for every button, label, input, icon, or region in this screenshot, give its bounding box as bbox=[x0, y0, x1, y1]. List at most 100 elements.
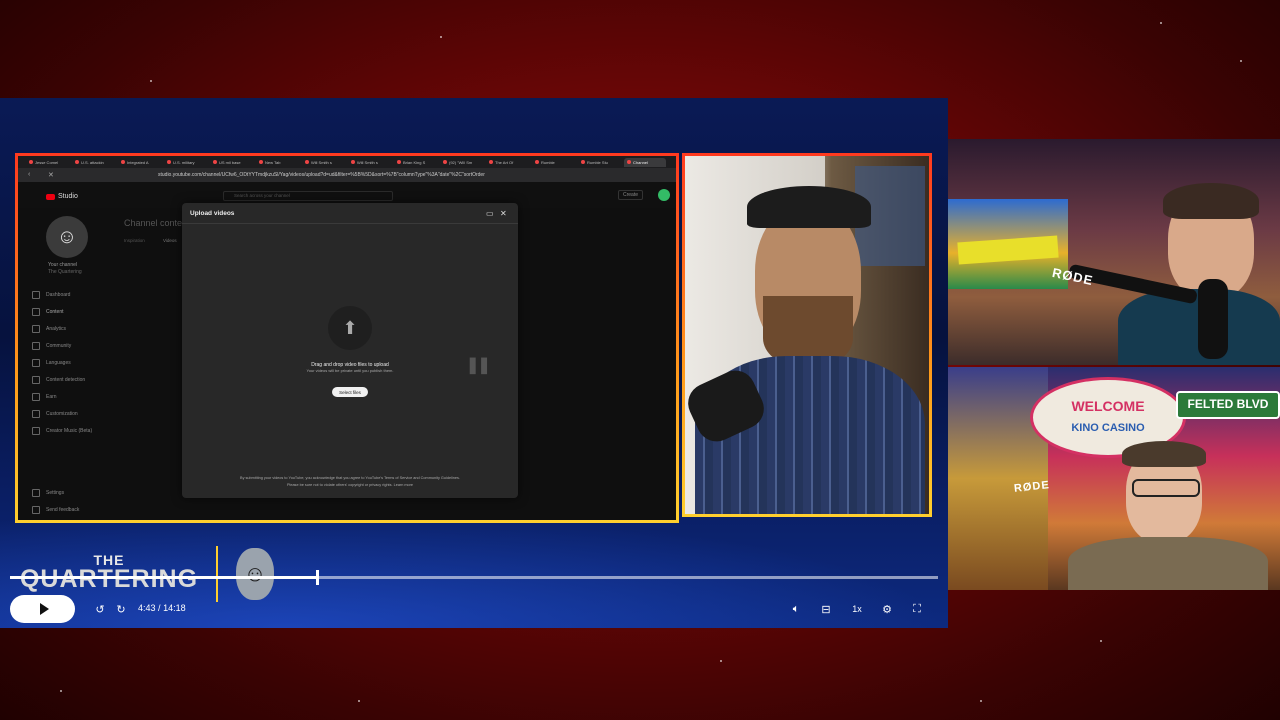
nav-item-icon bbox=[32, 392, 40, 401]
tab-favicon-icon bbox=[397, 160, 401, 164]
tab-favicon-icon bbox=[121, 160, 125, 164]
volume-icon[interactable]: 🔈︎ bbox=[787, 600, 805, 618]
nav-item-icon bbox=[32, 505, 40, 514]
play-button[interactable] bbox=[10, 595, 75, 623]
sidebar-item[interactable]: Customization bbox=[32, 405, 92, 422]
tab-favicon-icon bbox=[443, 160, 447, 164]
subtab-inspiration[interactable]: Inspiration bbox=[124, 238, 145, 243]
browser-tab[interactable]: New Tab bbox=[256, 158, 298, 167]
nav-item-icon bbox=[32, 341, 40, 350]
sidebar-item[interactable]: Content bbox=[32, 303, 92, 320]
browser-tab[interactable]: (92) "Will Sm bbox=[440, 158, 482, 167]
nav-item-icon bbox=[32, 409, 40, 418]
browser-tab[interactable]: Rumble Stu bbox=[578, 158, 620, 167]
studio-sidebar: ☺ Your channel The Quartering Dashboard C… bbox=[18, 208, 118, 520]
show-logo-name: QUARTERING bbox=[19, 565, 199, 593]
progress-scrubber[interactable] bbox=[316, 570, 320, 585]
tab-favicon-icon bbox=[75, 160, 79, 164]
host-3-shirt bbox=[1068, 537, 1268, 590]
channel-name-label: Your channel bbox=[48, 262, 78, 268]
microphone bbox=[1198, 279, 1228, 359]
felted-blvd-sign: FELTED BLVD bbox=[1176, 391, 1280, 419]
studio-search-input[interactable]: Search across your channel bbox=[223, 191, 393, 201]
mascot-face-icon: ☺ bbox=[236, 548, 274, 600]
tab-favicon-icon bbox=[627, 160, 631, 164]
back-icon[interactable]: ‹ bbox=[28, 171, 30, 178]
nav-item-icon bbox=[32, 307, 40, 316]
progress-fill bbox=[10, 576, 317, 579]
logo-divider bbox=[216, 546, 218, 602]
select-files-button[interactable]: Select files bbox=[332, 387, 368, 397]
browser-tab[interactable]: Will Smith s bbox=[348, 158, 390, 167]
dialog-header: Upload videos ▭ ✕ bbox=[182, 203, 518, 224]
time-display: 4:43 / 14:18 bbox=[138, 603, 186, 613]
channel-avatar[interactable]: ☺ bbox=[46, 216, 88, 258]
browser-tab[interactable]: Jesse Comel bbox=[26, 158, 68, 167]
feedback-icon[interactable]: ▭ bbox=[486, 209, 494, 218]
channel-handle-label: The Quartering bbox=[48, 269, 82, 275]
browser-tab[interactable]: Channel bbox=[624, 157, 666, 167]
tab-favicon-icon bbox=[581, 160, 585, 164]
subtab-videos[interactable]: Videos bbox=[163, 238, 177, 243]
tab-favicon-icon bbox=[489, 160, 493, 164]
account-avatar[interactable] bbox=[658, 189, 670, 201]
tab-favicon-icon bbox=[305, 160, 309, 164]
guest-camera-2: RØDE bbox=[948, 139, 1280, 365]
show-logo: THE QUARTERING bbox=[14, 552, 204, 594]
sidebar-item[interactable]: Dashboard bbox=[32, 286, 92, 303]
browser-tab[interactable]: Integrated A bbox=[118, 158, 160, 167]
tab-favicon-icon bbox=[535, 160, 539, 164]
screen-share-frame: Jesse Comel U.S. attackin Integrated A U.S.… bbox=[15, 153, 679, 523]
sidebar-item[interactable]: Analytics bbox=[32, 320, 92, 337]
terms-notice: By submitting your videos to YouTube, yo… bbox=[182, 475, 518, 489]
browser-tab[interactable]: U.S. military bbox=[164, 158, 206, 167]
playback-speed-button[interactable]: 1x bbox=[848, 600, 866, 618]
studio-logo[interactable]: Studio bbox=[46, 193, 78, 200]
browser-tab[interactable]: Brian King S bbox=[394, 158, 436, 167]
sidebar-item[interactable]: Send feedback bbox=[32, 501, 79, 518]
nav-item-icon bbox=[32, 358, 40, 367]
close-icon[interactable]: ✕ bbox=[500, 209, 507, 218]
dialog-title: Upload videos bbox=[190, 210, 235, 217]
sidebar-item[interactable]: Settings bbox=[32, 484, 79, 501]
sidebar-item[interactable]: Content detection bbox=[32, 371, 92, 388]
captions-icon[interactable]: ⊟ bbox=[817, 600, 835, 618]
tab-favicon-icon bbox=[213, 160, 217, 164]
nav-item-icon bbox=[32, 375, 40, 384]
channel-content-heading: Channel content bbox=[124, 218, 190, 228]
settings-gear-icon[interactable]: ⚙ bbox=[878, 600, 896, 618]
sidebar-item[interactable]: Earn bbox=[32, 388, 92, 405]
nav-item-icon bbox=[32, 324, 40, 333]
sidebar-item[interactable]: Languages bbox=[32, 354, 92, 371]
address-bar[interactable]: ‹ ✕ studio.youtube.com/channel/UCfw6_ODt… bbox=[18, 168, 676, 182]
sidebar-item[interactable]: Creator Music (Beta) bbox=[32, 422, 92, 439]
browser-tab[interactable]: U.S. attackin bbox=[72, 158, 114, 167]
browser-tab[interactable]: Will Smith s bbox=[302, 158, 344, 167]
browser-tab[interactable]: US mil base bbox=[210, 158, 252, 167]
url-text[interactable]: studio.youtube.com/channel/UCfw6_ODtYYTm… bbox=[158, 172, 485, 178]
fullscreen-icon[interactable]: ⛶ bbox=[908, 600, 926, 618]
create-button[interactable]: Create bbox=[618, 190, 644, 200]
browser-tab[interactable]: Rumble bbox=[532, 158, 574, 167]
duration: 14:18 bbox=[163, 603, 186, 613]
browser-tab-bar: Jesse Comel U.S. attackin Integrated A U.S.… bbox=[18, 156, 676, 168]
nav-item-icon bbox=[32, 290, 40, 299]
browser-tab[interactable]: The Art Of bbox=[486, 158, 528, 167]
terms-line-2: Please be sure not to violate others' co… bbox=[286, 483, 414, 487]
rewind-10-icon[interactable]: ↺ bbox=[92, 600, 108, 618]
upload-arrow-icon[interactable]: ⬆ bbox=[328, 306, 372, 350]
guest-camera-3: WELCOME KINO CASINO FELTED BLVD RØDE bbox=[948, 367, 1280, 590]
progress-bar[interactable] bbox=[10, 576, 938, 579]
host-camera-1 bbox=[682, 153, 932, 517]
upload-videos-dialog: Upload videos ▭ ✕ ⬆ Drag and drop video … bbox=[182, 203, 518, 498]
youtube-logo-icon bbox=[46, 193, 55, 200]
sidebar-item[interactable]: Community bbox=[32, 337, 92, 354]
tab-favicon-icon bbox=[259, 160, 263, 164]
reload-icon[interactable]: ✕ bbox=[48, 171, 54, 179]
current-time: 4:43 bbox=[138, 603, 156, 613]
sidebar-nav: Dashboard Content Analytics Community Langua… bbox=[32, 286, 92, 439]
host-1-cap bbox=[747, 186, 871, 228]
sidebar-bottom-nav: Settings Send feedback bbox=[32, 484, 79, 518]
forward-10-icon[interactable]: ↻ bbox=[113, 600, 129, 618]
pause-overlay-icon: ❚❚ bbox=[466, 357, 491, 374]
